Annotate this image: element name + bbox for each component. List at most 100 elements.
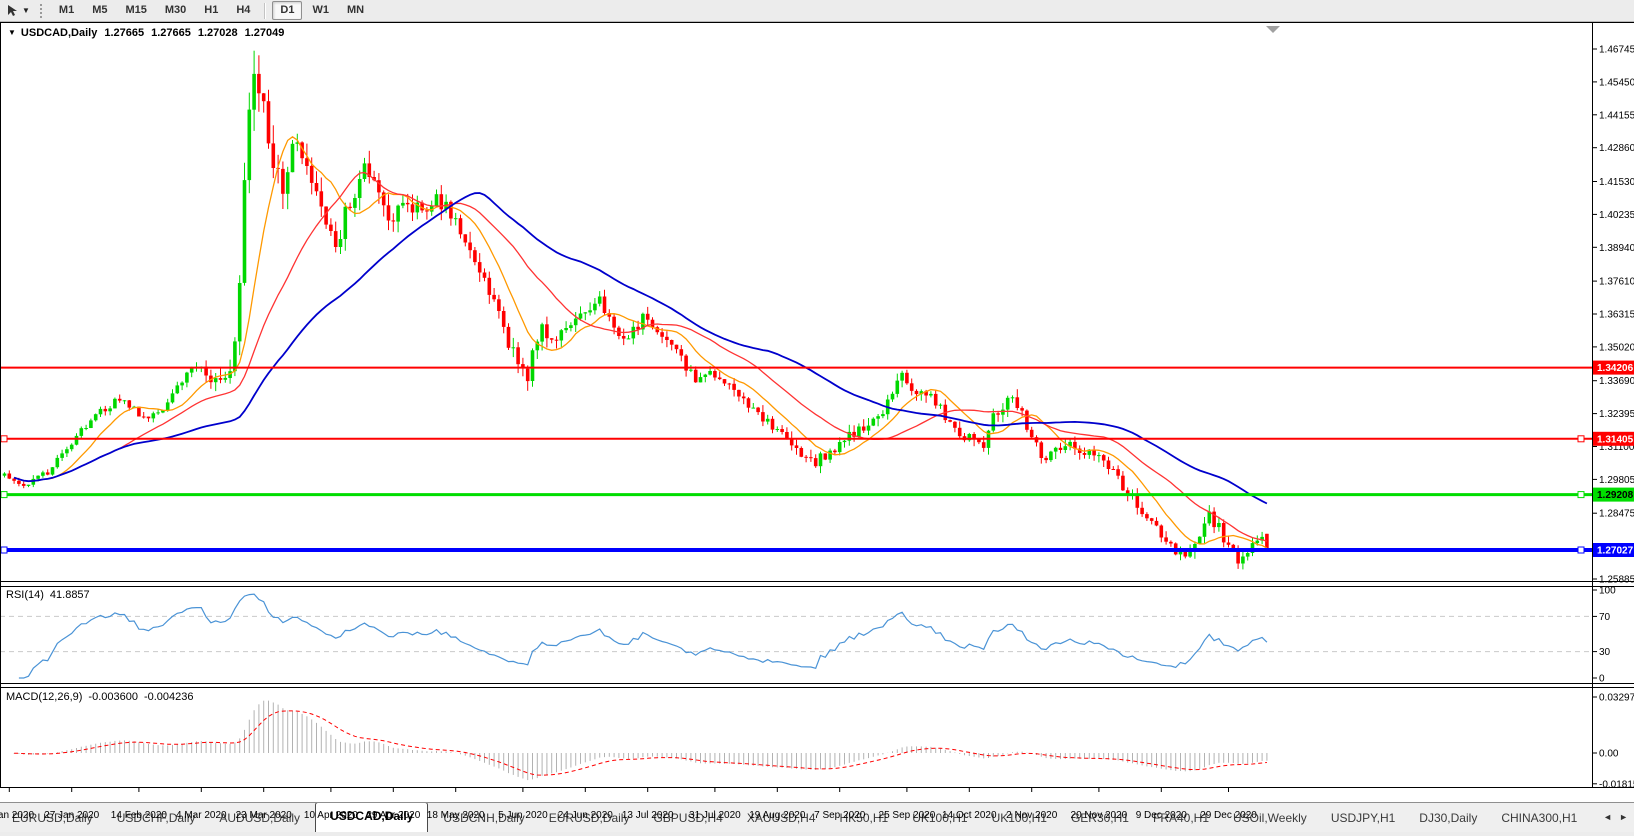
top-toolbar: ▼ M1 M5 M15 M30 H1 H4 D1 W1 MN	[0, 0, 1634, 22]
svg-text:1.31405: 1.31405	[1597, 434, 1634, 445]
date-label: 24 Jun 2020	[557, 810, 613, 821]
rsi-level-lines	[0, 615, 1592, 653]
chart-shift-marker[interactable]	[1266, 26, 1280, 33]
date-label: 14 Feb 2020	[110, 810, 167, 821]
macd-histogram	[13, 700, 1268, 781]
timeframe-button-M15[interactable]: M15	[117, 1, 154, 20]
collapse-triangle-icon[interactable]: ▼	[8, 28, 16, 37]
rsi-value: 41.8857	[49, 589, 90, 601]
svg-text:1.37610: 1.37610	[1599, 277, 1634, 288]
date-label: 31 Jul 2020	[689, 810, 741, 821]
candlestick-series	[2, 50, 1269, 570]
svg-text:30: 30	[1599, 647, 1611, 658]
macd-indicator-label: MACD(12,26,9) -0.003600 -0.004236	[6, 691, 200, 703]
window-bottom-strip	[0, 832, 1634, 836]
svg-text:1.33690: 1.33690	[1599, 376, 1634, 387]
ma-line-50	[13, 192, 1268, 505]
date-label: 13 Jul 2020	[621, 810, 674, 821]
rsi-indicator-label: RSI(14) 41.8857	[6, 589, 96, 601]
hline-handle-right[interactable]	[1577, 546, 1585, 554]
axis-badges: 1.34206 1.31405 1.29208 1.27027	[1593, 360, 1634, 557]
date-label: 14 Oct 2020	[942, 810, 997, 821]
timeframe-button-H1[interactable]: H1	[196, 1, 226, 20]
date-label: 29 Apr 2020	[366, 810, 421, 821]
date-label: 29 Dec 2020	[1200, 810, 1257, 821]
panel-borders	[0, 22, 1634, 788]
date-label: 8 Jan 2020	[0, 810, 35, 821]
macd-name: MACD(12,26,9)	[6, 691, 83, 703]
rsi-name: RSI(14)	[6, 589, 44, 601]
tab-scroll-left-icon[interactable]: ◄	[1603, 812, 1612, 822]
svg-text:0.00: 0.00	[1599, 749, 1619, 760]
horizontal-lines	[0, 366, 1592, 554]
macd-value: -0.003600	[88, 691, 138, 703]
timeframe-button-H4[interactable]: H4	[228, 1, 258, 20]
svg-text:1.45450: 1.45450	[1599, 77, 1634, 88]
svg-text:1.46745: 1.46745	[1599, 45, 1634, 56]
date-label: 27 Jan 2020	[44, 810, 100, 821]
svg-text:1.34206: 1.34206	[1597, 363, 1634, 374]
chart-title: ▼ USDCAD,Daily 1.27665 1.27665 1.27028 1.2704…	[8, 27, 284, 39]
svg-text:-0.01815: -0.01815	[1599, 779, 1634, 790]
hline-handle-left[interactable]	[0, 546, 8, 554]
cursor-icon	[8, 5, 17, 16]
svg-text:70: 70	[1599, 612, 1611, 623]
svg-text:1.28475: 1.28475	[1599, 509, 1634, 520]
svg-text:1.35020: 1.35020	[1599, 342, 1634, 353]
ohlc-high: 1.27665	[151, 27, 191, 39]
date-label: 18 May 2020	[426, 810, 485, 821]
date-label: 5 Jun 2020	[498, 810, 548, 821]
chevron-down-icon[interactable]: ▼	[22, 6, 30, 15]
timeframe-button-W1[interactable]: W1	[304, 1, 337, 20]
timeframe-button-MN[interactable]: MN	[339, 1, 372, 20]
date-label: 7 Sep 2020	[814, 810, 866, 821]
date-axis[interactable]: 8 Jan 2020 27 Jan 2020 14 Feb 2020 4 Mar 20…	[0, 810, 1634, 824]
ohlc-close: 1.27049	[244, 27, 285, 39]
date-label: 20 Nov 2020	[1070, 810, 1128, 821]
svg-text:1.36315: 1.36315	[1599, 310, 1634, 321]
hline-handle-right[interactable]	[1577, 435, 1585, 443]
ohlc-low: 1.27028	[197, 27, 238, 39]
timeframe-button-M30[interactable]: M30	[157, 1, 194, 20]
svg-text:1.25885: 1.25885	[1599, 575, 1634, 586]
date-label: 2 Nov 2020	[1006, 810, 1058, 821]
timeframe-button-M1[interactable]: M1	[51, 1, 82, 20]
tab-scroll-right-icon[interactable]: ►	[1619, 812, 1628, 822]
rsi-line	[18, 593, 1268, 679]
svg-text:1.41530: 1.41530	[1599, 177, 1634, 188]
timeframe-button-M5[interactable]: M5	[84, 1, 115, 20]
svg-text:1.44155: 1.44155	[1599, 110, 1634, 121]
svg-text:1.32395: 1.32395	[1599, 409, 1634, 420]
svg-text:1.29805: 1.29805	[1599, 475, 1634, 486]
svg-text:0.032972: 0.032972	[1599, 693, 1634, 704]
macd-signal-line	[14, 710, 1267, 776]
ma-line-25	[13, 171, 1268, 542]
ma-line-10	[13, 135, 1268, 549]
svg-text:1.29208: 1.29208	[1597, 490, 1634, 501]
date-label: 4 Mar 2020	[176, 810, 227, 821]
date-label: 25 Sep 2020	[878, 810, 936, 821]
timeframe-buttons: M1 M5 M15 M30 H1 H4 D1 W1 MN	[50, 1, 373, 20]
hline-handle-left[interactable]	[0, 491, 8, 499]
svg-text:0: 0	[1599, 674, 1605, 685]
date-label: 23 Mar 2020	[235, 810, 292, 821]
price-axis[interactable]: 1.46745 1.45450 1.44155 1.42860 1.41530 1.402…	[1592, 22, 1634, 790]
hline-handle-right[interactable]	[1577, 491, 1585, 499]
svg-text:1.38940: 1.38940	[1599, 243, 1634, 254]
date-axis-ticks[interactable]	[8, 787, 1229, 793]
toolbar-grip[interactable]	[39, 3, 42, 18]
cursor-tool-button[interactable]: ▼	[6, 4, 30, 17]
date-label: 19 Aug 2020	[749, 810, 806, 821]
svg-text:1.42860: 1.42860	[1599, 143, 1634, 154]
timeframe-button-D1[interactable]: D1	[272, 1, 303, 20]
tab-scroll-arrows: ◄ ►	[1590, 803, 1634, 831]
ohlc-open: 1.27665	[104, 27, 145, 39]
main-chart-svg[interactable]: 1.46745 1.45450 1.44155 1.42860 1.41530 1.402…	[0, 22, 1634, 802]
svg-text:1.40235: 1.40235	[1599, 210, 1634, 221]
date-label: 10 Apr 2020	[303, 810, 358, 821]
date-label: 9 Dec 2020	[1135, 810, 1187, 821]
svg-text:100: 100	[1599, 586, 1616, 597]
svg-text:1.27027: 1.27027	[1597, 546, 1634, 557]
hline-handle-left[interactable]	[0, 435, 8, 443]
macd-signal-value: -0.004236	[143, 691, 194, 703]
